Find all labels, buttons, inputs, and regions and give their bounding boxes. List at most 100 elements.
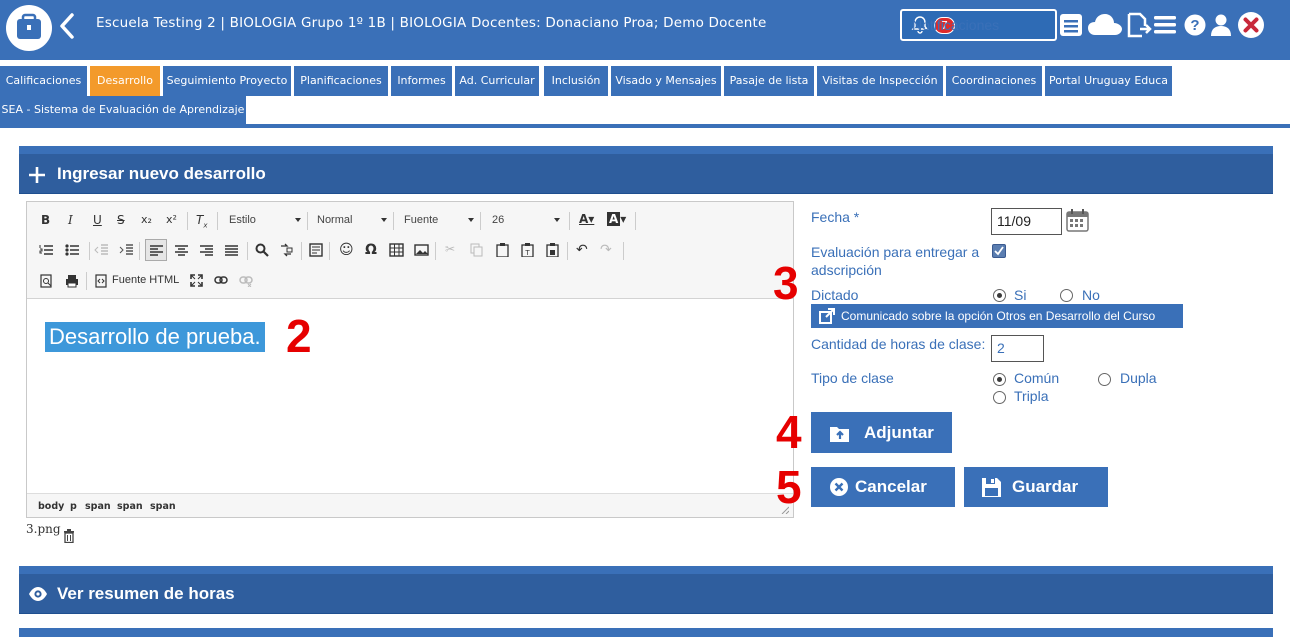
tipo-dupla-label: Dupla bbox=[1120, 370, 1157, 386]
save-label: Guardar bbox=[1012, 477, 1079, 496]
notifications-button[interactable]: Notificaciones 7 bbox=[900, 9, 1057, 41]
tab-pasaje-de-lista[interactable]: Pasaje de lista bbox=[724, 66, 814, 96]
redo-icon[interactable]: ↷ bbox=[600, 242, 612, 258]
evaluacion-checkbox[interactable] bbox=[992, 244, 1006, 258]
user-icon[interactable] bbox=[1211, 14, 1231, 36]
horas-input[interactable]: 2 bbox=[991, 335, 1044, 362]
fecha-input[interactable]: 11/09 bbox=[991, 208, 1062, 235]
align-left-button[interactable] bbox=[145, 239, 167, 261]
tipo-dupla-radio[interactable] bbox=[1098, 373, 1111, 386]
path-span-2[interactable]: span bbox=[117, 501, 143, 512]
comunicado-button[interactable]: Comunicado sobre la opción Otros en Desa… bbox=[811, 304, 1183, 328]
indent-icon[interactable] bbox=[119, 243, 133, 257]
tipo-tripla-radio[interactable] bbox=[993, 391, 1006, 404]
path-p[interactable]: p bbox=[70, 501, 77, 512]
numbered-list-icon[interactable] bbox=[39, 243, 53, 257]
tab-inclusion[interactable]: Inclusión bbox=[544, 66, 608, 96]
preview-icon[interactable] bbox=[40, 274, 53, 288]
format-combo[interactable]: Normal bbox=[317, 214, 387, 226]
tab-desarrollo[interactable]: Desarrollo bbox=[90, 66, 160, 96]
path-span-1[interactable]: span bbox=[85, 501, 111, 512]
print-icon[interactable] bbox=[65, 274, 79, 288]
close-icon[interactable] bbox=[1237, 11, 1265, 39]
trash-icon[interactable] bbox=[63, 529, 75, 543]
adjuntar-button[interactable]: Adjuntar bbox=[811, 412, 952, 453]
tab-informes[interactable]: Informes bbox=[391, 66, 452, 96]
path-body[interactable]: body bbox=[38, 501, 64, 512]
notifications-label: Notificaciones bbox=[912, 17, 1000, 33]
tipo-comun-radio[interactable] bbox=[993, 373, 1006, 386]
link-icon[interactable] bbox=[214, 276, 228, 285]
justify-icon[interactable] bbox=[225, 244, 238, 257]
source-icon[interactable] bbox=[95, 274, 107, 288]
underline-button[interactable]: U bbox=[93, 213, 102, 227]
tab-calificaciones[interactable]: Calificaciones bbox=[0, 66, 87, 96]
undo-icon[interactable]: ↶ bbox=[576, 242, 588, 258]
tab-visado-mensajes[interactable]: Visado y Mensajes bbox=[611, 66, 721, 96]
smiley-icon[interactable]: ☺ bbox=[339, 242, 354, 258]
text-color-button[interactable]: A▾ bbox=[579, 212, 594, 226]
copy-icon[interactable] bbox=[470, 243, 483, 257]
find-icon[interactable] bbox=[255, 243, 269, 257]
align-right-icon[interactable] bbox=[200, 244, 213, 257]
special-char-icon[interactable]: Ω bbox=[365, 242, 377, 258]
menu-icon[interactable] bbox=[1154, 15, 1176, 35]
dictado-si-radio[interactable] bbox=[993, 289, 1006, 302]
tab-visitas-inspeccion[interactable]: Visitas de Inspección bbox=[817, 66, 943, 96]
dictado-no-radio[interactable] bbox=[1060, 289, 1073, 302]
help-icon[interactable]: ? bbox=[1184, 14, 1206, 36]
save-button[interactable]: Guardar bbox=[964, 467, 1108, 507]
summary-header[interactable]: Ver resumen de horas bbox=[19, 566, 1273, 614]
tab-coordinaciones[interactable]: Coordinaciones bbox=[946, 66, 1042, 96]
calendar-list-icon[interactable] bbox=[1059, 12, 1083, 38]
cancel-button[interactable]: Cancelar bbox=[811, 467, 955, 507]
tab-planificaciones[interactable]: Planificaciones bbox=[294, 66, 388, 96]
back-icon[interactable] bbox=[58, 12, 76, 40]
font-combo[interactable]: Fuente bbox=[404, 214, 474, 226]
horas-label: Cantidad de horas de clase: bbox=[811, 336, 986, 352]
tab-sea[interactable]: SEA - Sistema de Evaluación de Aprendiza… bbox=[0, 96, 246, 124]
cloud-icon[interactable] bbox=[1087, 13, 1123, 37]
fecha-label: Fecha * bbox=[811, 209, 860, 225]
remove-format-button[interactable]: Tx bbox=[196, 213, 208, 229]
subscript-button[interactable]: x₂ bbox=[141, 213, 152, 226]
bg-color-button[interactable]: A ▾ bbox=[607, 212, 626, 226]
bold-button[interactable]: B bbox=[41, 213, 50, 227]
strikethrough-button[interactable]: S bbox=[117, 213, 125, 227]
editor-content[interactable]: Desarrollo de prueba. bbox=[45, 322, 265, 352]
tab-portal-uruguay-educa[interactable]: Portal Uruguay Educa bbox=[1045, 66, 1172, 96]
templates-icon[interactable] bbox=[309, 243, 323, 257]
source-html-button[interactable]: Fuente HTML bbox=[112, 274, 179, 286]
size-combo[interactable]: 26 bbox=[492, 214, 560, 226]
paste-icon[interactable] bbox=[496, 243, 509, 257]
rich-text-editor[interactable]: B I U S x₂ x² Tx Estilo Normal Fuente 26… bbox=[26, 201, 794, 518]
image-icon[interactable] bbox=[414, 243, 429, 257]
superscript-button[interactable]: x² bbox=[166, 213, 177, 226]
tab-seguimiento-proyecto[interactable]: Seguimiento Proyecto bbox=[163, 66, 291, 96]
cut-icon[interactable]: ✂ bbox=[445, 242, 455, 256]
align-center-icon[interactable] bbox=[175, 244, 188, 257]
path-span-3[interactable]: span bbox=[150, 501, 176, 512]
svg-text:T: T bbox=[524, 249, 530, 257]
style-combo[interactable]: Estilo bbox=[229, 214, 301, 226]
italic-button[interactable]: I bbox=[68, 213, 73, 227]
section-title: Ingresar nuevo desarrollo bbox=[57, 164, 266, 183]
paste-word-icon[interactable] bbox=[546, 243, 559, 257]
tipo-comun-label: Común bbox=[1014, 370, 1060, 386]
plus-icon bbox=[29, 167, 45, 183]
new-development-header[interactable]: Ingresar nuevo desarrollo bbox=[19, 146, 1273, 194]
maximize-icon[interactable] bbox=[190, 274, 203, 287]
paste-text-icon[interactable]: T bbox=[521, 243, 534, 257]
top-bar: Escuela Testing 2 | BIOLOGIA Grupo 1º 1B… bbox=[0, 0, 1290, 60]
replace-icon[interactable] bbox=[279, 243, 293, 257]
export-icon[interactable] bbox=[1126, 12, 1152, 38]
eye-icon bbox=[29, 587, 47, 601]
annotation-5: 5 bbox=[776, 461, 802, 513]
unlink-icon[interactable] bbox=[239, 276, 253, 287]
bulleted-list-icon[interactable] bbox=[65, 243, 79, 257]
table-icon[interactable] bbox=[389, 243, 404, 257]
app-logo[interactable] bbox=[6, 5, 52, 51]
outdent-icon[interactable] bbox=[94, 243, 108, 257]
tab-ad-curricular[interactable]: Ad. Curricular bbox=[455, 66, 539, 96]
calendar-icon[interactable] bbox=[1066, 209, 1089, 232]
